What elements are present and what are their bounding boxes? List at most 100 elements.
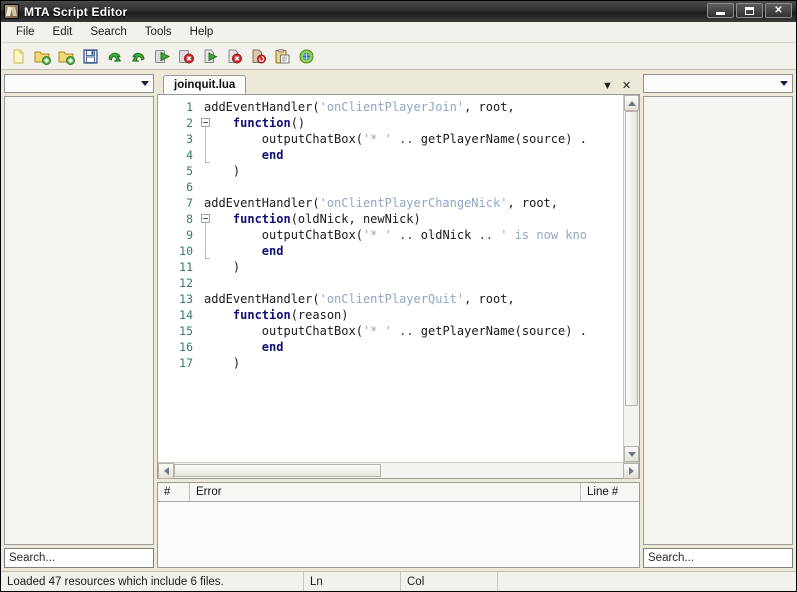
- tab-list-chevron-down-icon[interactable]: ▼: [601, 79, 614, 92]
- code-line[interactable]: end: [204, 243, 623, 259]
- fold-toggle-icon[interactable]: [201, 214, 210, 223]
- line-number: 10: [179, 244, 193, 258]
- menu-search[interactable]: Search: [81, 24, 135, 40]
- code-line[interactable]: function(reason): [204, 307, 623, 323]
- line-number: 1: [186, 100, 193, 114]
- status-column: Col: [401, 572, 498, 591]
- code-line[interactable]: [204, 275, 623, 291]
- scroll-down-arrow-icon[interactable]: [624, 446, 639, 462]
- code-line[interactable]: outputChatBox('* ' .. getPlayerName(sour…: [204, 323, 623, 339]
- code-line[interactable]: outputChatBox('* ' .. oldNick .. ' is no…: [204, 227, 623, 243]
- menu-file[interactable]: File: [7, 24, 44, 40]
- code-token: (): [290, 116, 306, 130]
- refresh-resource-icon[interactable]: [247, 45, 269, 67]
- code-line[interactable]: [204, 179, 623, 195]
- code-line[interactable]: addEventHandler('onClientPlayerJoin', ro…: [204, 99, 623, 115]
- fold-range-line: [205, 223, 210, 259]
- left-resource-list[interactable]: [4, 96, 154, 545]
- code-line[interactable]: addEventHandler('onClientPlayerQuit', ro…: [204, 291, 623, 307]
- right-resource-list[interactable]: [643, 96, 793, 545]
- code-token: ' is now kno: [500, 228, 587, 242]
- horizontal-scroll-track[interactable]: [174, 463, 623, 478]
- fold-toggle-icon[interactable]: [201, 118, 210, 127]
- line-number: 13: [179, 292, 193, 306]
- scroll-up-arrow-icon[interactable]: [624, 95, 639, 111]
- stop-resource-icon[interactable]: [175, 45, 197, 67]
- left-resource-dropdown[interactable]: [4, 74, 154, 93]
- code-token: '* ': [362, 228, 392, 242]
- code-token: ..: [478, 228, 501, 242]
- undo-icon[interactable]: [103, 45, 125, 67]
- code-token: (oldNick, newNick): [290, 212, 421, 226]
- close-button[interactable]: ✕: [765, 3, 792, 18]
- vertical-scroll-track[interactable]: [624, 111, 639, 446]
- save-icon[interactable]: [79, 45, 101, 67]
- new-file-icon[interactable]: [7, 45, 29, 67]
- redo-icon[interactable]: [127, 45, 149, 67]
- code-line[interactable]: end: [204, 147, 623, 163]
- error-list-rows[interactable]: [158, 502, 639, 567]
- stop-script-icon[interactable]: [223, 45, 245, 67]
- code-line[interactable]: function(oldNick, newNick): [204, 211, 623, 227]
- status-message: Loaded 47 resources which include 6 file…: [1, 572, 304, 591]
- horizontal-scroll-thumb[interactable]: [174, 464, 381, 477]
- minimize-button[interactable]: [707, 3, 734, 18]
- code-view[interactable]: 1 2 3 4 5 6 7 8 9 10 11 12 13 14 15 16 17 addEventHandle…: [158, 95, 623, 462]
- chevron-down-icon: [141, 81, 149, 86]
- scroll-right-arrow-icon[interactable]: [623, 463, 639, 479]
- right-search-input[interactable]: Search...: [643, 548, 793, 568]
- code-token: getPlayerName(source) .: [420, 324, 587, 338]
- error-col-line[interactable]: Line #: [581, 483, 639, 501]
- menu-help[interactable]: Help: [181, 24, 223, 40]
- scroll-left-arrow-icon[interactable]: [158, 463, 174, 479]
- menu-edit[interactable]: Edit: [44, 24, 82, 40]
- error-list-header: # Error Line #: [158, 483, 639, 502]
- editor-vertical-scrollbar[interactable]: [623, 95, 639, 462]
- code-token: end: [261, 148, 284, 162]
- editor-horizontal-scrollbar[interactable]: [158, 462, 639, 479]
- code-token: ..: [391, 132, 421, 146]
- error-col-message[interactable]: Error: [190, 483, 581, 501]
- chevron-down-icon: [780, 81, 788, 86]
- line-number: 9: [186, 228, 193, 242]
- code-token: , root,: [464, 292, 515, 306]
- left-search-input[interactable]: Search...: [4, 548, 154, 568]
- code-line[interactable]: end: [204, 339, 623, 355]
- fold-range-line: [205, 127, 210, 163]
- start-resource-icon[interactable]: [151, 45, 173, 67]
- window-title: MTA Script Editor: [24, 4, 128, 19]
- main-content: Search... joinquit.lua ▼ ✕ 1 2 3 4 5 6 7 8 9 10 11…: [1, 70, 796, 568]
- code-token: function: [232, 308, 291, 322]
- open-folder-icon[interactable]: [55, 45, 77, 67]
- code-token: outputChatBox(: [204, 324, 363, 338]
- line-number: 16: [179, 340, 193, 354]
- code-line[interactable]: addEventHandler('onClientPlayerChangeNic…: [204, 195, 623, 211]
- code-line[interactable]: ): [204, 163, 623, 179]
- code-line[interactable]: ): [204, 355, 623, 371]
- code-token: '* ': [362, 132, 392, 146]
- error-list: # Error Line #: [157, 482, 640, 568]
- vertical-scroll-thumb[interactable]: [625, 111, 638, 406]
- open-file-icon[interactable]: [31, 45, 53, 67]
- help-icon[interactable]: [295, 45, 317, 67]
- clipboard-icon[interactable]: [271, 45, 293, 67]
- maximize-button[interactable]: [736, 3, 763, 18]
- error-col-number[interactable]: #: [158, 483, 190, 501]
- editor-tab-joinquit[interactable]: joinquit.lua: [163, 75, 247, 94]
- code-token: ): [204, 164, 241, 178]
- tab-close-icon[interactable]: ✕: [620, 79, 633, 92]
- menu-tools[interactable]: Tools: [136, 24, 181, 40]
- line-number: 4: [186, 148, 193, 162]
- status-extra: [498, 572, 796, 591]
- line-number: 15: [179, 324, 193, 338]
- right-resource-dropdown[interactable]: [643, 74, 793, 93]
- code-line[interactable]: outputChatBox('* ' .. getPlayerName(sour…: [204, 131, 623, 147]
- line-number: 6: [186, 180, 193, 194]
- code-line[interactable]: ): [204, 259, 623, 275]
- code-token: , root,: [507, 196, 559, 210]
- start-script-icon[interactable]: [199, 45, 221, 67]
- code-line[interactable]: function(): [204, 115, 623, 131]
- code-text[interactable]: addEventHandler('onClientPlayerJoin', ro…: [198, 95, 623, 462]
